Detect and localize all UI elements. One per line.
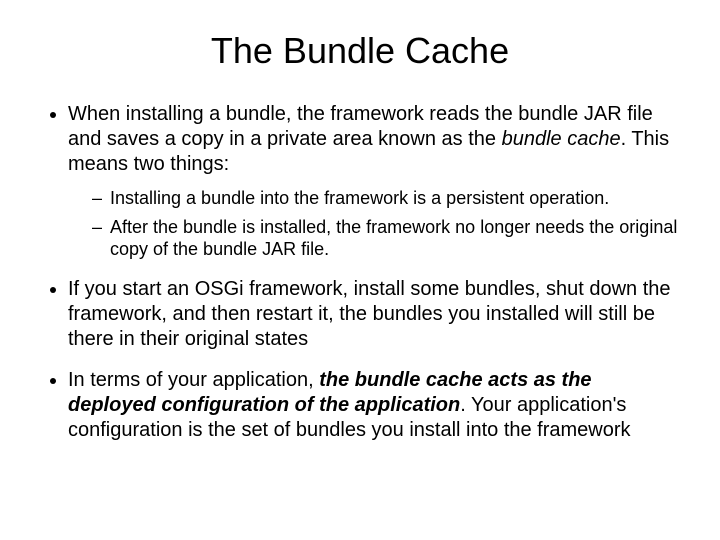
bullet-1: When installing a bundle, the framework … — [68, 102, 680, 261]
bullet-1-sub-2: After the bundle is installed, the frame… — [92, 216, 680, 261]
bullet-1-sub-1: Installing a bundle into the framework i… — [92, 187, 680, 210]
bullet-2: If you start an OSGi framework, install … — [68, 277, 680, 352]
bullet-3: In terms of your application, the bundle… — [68, 368, 680, 443]
bullet-1-emphasis: bundle cache — [502, 128, 621, 150]
slide: The Bundle Cache When installing a bundl… — [0, 0, 720, 540]
bullet-1-sublist: Installing a bundle into the framework i… — [68, 187, 680, 261]
bullet-list: When installing a bundle, the framework … — [40, 102, 680, 443]
bullet-3-text-pre: In terms of your application, — [68, 369, 319, 391]
slide-title: The Bundle Cache — [40, 30, 680, 72]
